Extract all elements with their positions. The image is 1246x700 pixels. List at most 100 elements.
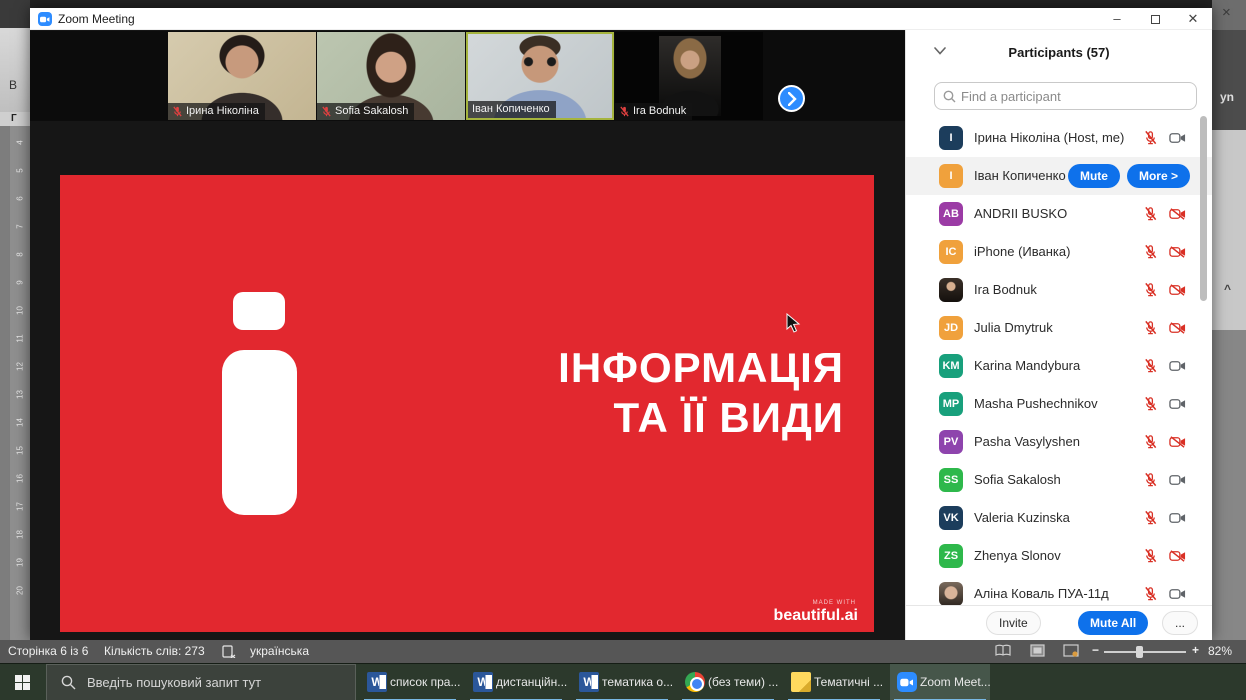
participant-row[interactable]: SS Sofia Sakalosh xyxy=(906,461,1212,499)
panel-more-button[interactable]: ... xyxy=(1162,611,1198,635)
participant-row[interactable]: I Іван Копиченко Mute More > xyxy=(906,157,1212,195)
ruler-number: 17 xyxy=(16,499,25,515)
participant-name: Ira Bodnuk xyxy=(974,282,1037,297)
video-tile[interactable]: Sofia Sakalosh xyxy=(317,32,465,120)
camera-off-icon xyxy=(1169,436,1186,448)
search-input[interactable]: Find a participant xyxy=(934,82,1197,110)
participant-row[interactable]: VK Valeria Kuzinska xyxy=(906,499,1212,537)
participant-row[interactable]: I Ірина Ніколіна (Host, me) xyxy=(906,119,1212,157)
mute-all-button[interactable]: Mute All xyxy=(1078,611,1148,635)
ruler-number: 6 xyxy=(16,191,25,207)
maximize-button[interactable] xyxy=(1136,8,1174,30)
slide-title: ІНФОРМАЦІЯ ТА ЇЇ ВИДИ xyxy=(558,343,844,443)
taskbar-item-sticky-notes[interactable]: Тематичні ... xyxy=(784,664,884,700)
participant-row[interactable]: Ira Bodnuk xyxy=(906,271,1212,309)
zoom-meeting-window: Zoom Meeting – ✕ Ірина Ніколіна xyxy=(30,8,1212,640)
avatar: ZS xyxy=(939,544,963,568)
avatar: MP xyxy=(939,392,963,416)
more-button[interactable]: More > xyxy=(1127,164,1190,188)
word-icon: W xyxy=(473,672,493,692)
participant-row[interactable]: PV Pasha Vasylyshen xyxy=(906,423,1212,461)
avatar: KM xyxy=(939,354,963,378)
windows-taskbar: Введіть пошуковий запит тут W список пра… xyxy=(0,663,1246,700)
camera-on-icon xyxy=(1169,398,1186,410)
participant-name: Sofia Sakalosh xyxy=(974,472,1061,487)
taskbar-item-word-1[interactable]: W список пра... xyxy=(360,664,460,700)
next-videos-button[interactable] xyxy=(778,85,805,112)
video-name-label: Sofia Sakalosh xyxy=(317,103,414,120)
participant-name: Karina Mandybura xyxy=(974,358,1080,373)
avatar: I xyxy=(939,126,963,150)
letter-i-dot-graphic xyxy=(233,292,285,330)
collapse-ribbon-icon[interactable]: ^ xyxy=(1224,282,1231,296)
proofing-icon[interactable] xyxy=(222,644,236,658)
mic-muted-icon xyxy=(321,106,332,117)
participant-row[interactable]: IC iPhone (Иванка) xyxy=(906,233,1212,271)
mic-muted-icon xyxy=(1143,206,1158,221)
participant-row[interactable]: MP Masha Pushechnikov xyxy=(906,385,1212,423)
background-window-edge xyxy=(0,0,30,28)
word-count[interactable]: Кількість слів: 273 xyxy=(104,644,205,658)
mic-muted-icon xyxy=(1143,434,1158,449)
video-name-label: Ira Bodnuk xyxy=(615,103,692,120)
web-layout-icon[interactable] xyxy=(1063,644,1079,657)
mic-muted-icon xyxy=(1143,548,1158,563)
background-close-icon[interactable]: × xyxy=(1222,4,1231,21)
camera-off-icon xyxy=(1169,208,1186,220)
video-tile[interactable]: Ірина Ніколіна xyxy=(168,32,316,120)
camera-off-icon xyxy=(1169,246,1186,258)
start-button[interactable] xyxy=(0,664,46,700)
ruler-number: 19 xyxy=(16,555,25,571)
zoom-slider-thumb[interactable] xyxy=(1136,646,1143,658)
avatar: JD xyxy=(939,316,963,340)
video-name-label: Іван Копиченко xyxy=(468,101,556,118)
page-indicator[interactable]: Сторінка 6 із 6 xyxy=(8,644,88,658)
participant-row[interactable]: ZS Zhenya Slonov xyxy=(906,537,1212,575)
mic-muted-icon xyxy=(1143,244,1158,259)
background-tab-strip: Г xyxy=(0,112,30,126)
zoom-in-button[interactable]: + xyxy=(1192,643,1199,657)
participant-row[interactable]: AB ANDRII BUSKO xyxy=(906,195,1212,233)
video-name-label: Ірина Ніколіна xyxy=(168,103,265,120)
window-title: Zoom Meeting xyxy=(58,12,135,26)
vertical-ruler: 4567891011121314151617181920 xyxy=(0,126,30,640)
invite-button[interactable]: Invite xyxy=(986,611,1041,635)
participant-row[interactable]: JD Julia Dmytruk xyxy=(906,309,1212,347)
panel-header: Participants (57) xyxy=(906,42,1212,64)
video-tile[interactable]: Ira Bodnuk xyxy=(615,32,763,120)
zoom-level[interactable]: 82% xyxy=(1208,644,1232,658)
mic-muted-icon xyxy=(1143,358,1158,373)
zoom-slider-track[interactable] xyxy=(1104,651,1186,653)
close-button[interactable]: ✕ xyxy=(1174,8,1212,30)
mic-muted-icon xyxy=(1143,472,1158,487)
participant-name: Valeria Kuzinska xyxy=(974,510,1070,525)
letter-i-stem-graphic xyxy=(222,350,297,515)
mic-muted-icon xyxy=(1143,130,1158,145)
participant-name: iPhone (Иванка) xyxy=(974,244,1070,259)
zoom-out-button[interactable]: − xyxy=(1092,643,1099,657)
minimize-button[interactable]: – xyxy=(1098,8,1136,30)
word-status-bar: Сторінка 6 із 6 Кількість слів: 273 укра… xyxy=(0,640,1246,663)
taskbar-item-zoom[interactable]: Zoom Meet... xyxy=(890,664,990,700)
mouse-cursor xyxy=(786,313,801,334)
taskbar-item-word-3[interactable]: W тематика о... xyxy=(572,664,672,700)
mute-button[interactable]: Mute xyxy=(1068,164,1120,188)
participant-row[interactable]: KM Karina Mandybura xyxy=(906,347,1212,385)
title-bar[interactable]: Zoom Meeting – ✕ xyxy=(30,8,1212,30)
taskbar-item-word-2[interactable]: W дистанційн... xyxy=(466,664,566,700)
taskbar-item-chrome[interactable]: (без теми) ... xyxy=(678,664,778,700)
mic-muted-icon xyxy=(1143,320,1158,335)
avatar: VK xyxy=(939,506,963,530)
print-layout-icon[interactable] xyxy=(1030,644,1045,657)
video-tile-active-speaker[interactable]: Іван Копиченко xyxy=(466,32,614,120)
camera-on-icon xyxy=(1169,360,1186,372)
background-text-fragment: yn xyxy=(1212,30,1246,130)
scrollbar-thumb[interactable] xyxy=(1200,116,1207,301)
read-mode-icon[interactable] xyxy=(995,644,1011,657)
taskbar-search-input[interactable]: Введіть пошуковий запит тут xyxy=(46,664,356,700)
ruler-number: 10 xyxy=(16,303,25,319)
camera-on-icon xyxy=(1169,588,1186,600)
language-indicator[interactable]: українська xyxy=(250,644,309,658)
made-with-label: MADE WITH xyxy=(813,600,856,606)
background-collapse-strip: ^ xyxy=(1212,130,1246,330)
